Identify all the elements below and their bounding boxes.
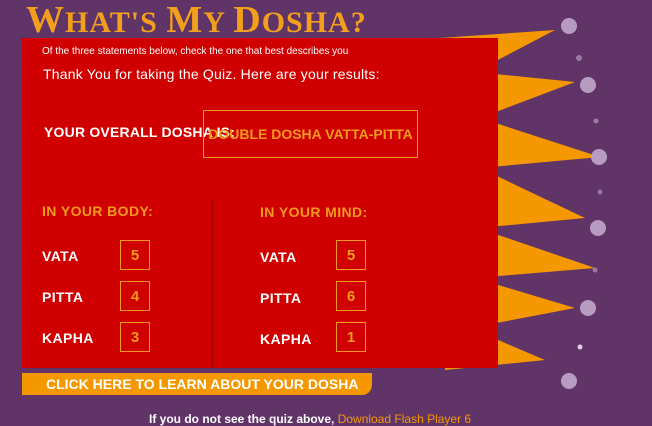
bubble: [580, 300, 596, 316]
mind-pitta-label: PITTA: [260, 290, 302, 306]
thanks-text: Thank You for taking the Quiz. Here are …: [43, 66, 380, 82]
bubble: [593, 118, 599, 124]
bubble: [591, 149, 607, 165]
column-divider: [212, 200, 213, 368]
body-kapha-label: KAPHA: [42, 330, 94, 346]
body-vata-score: 5: [120, 240, 150, 270]
mind-vata-label: VATA: [260, 249, 297, 265]
bubble: [561, 18, 577, 34]
instruction-text: Of the three statements below, check the…: [42, 46, 349, 57]
bubble: [590, 220, 606, 236]
bubble: [592, 267, 598, 273]
mind-kapha-label: KAPHA: [260, 331, 312, 347]
mind-heading: IN YOUR MIND:: [260, 204, 368, 220]
overall-dosha-value: DOUBLE DOSHA VATTA-PITTA: [203, 110, 418, 158]
bubble: [576, 55, 582, 61]
body-pitta-score: 4: [120, 281, 150, 311]
body-vata-label: VATA: [42, 248, 79, 264]
body-kapha-score: 3: [120, 322, 150, 352]
mind-vata-score: 5: [336, 240, 366, 270]
bubble: [561, 373, 577, 389]
learn-about-dosha-button[interactable]: CLICK HERE TO LEARN ABOUT YOUR DOSHA: [22, 373, 372, 395]
bubble: [577, 344, 583, 350]
bubble: [597, 189, 603, 195]
mind-pitta-score: 6: [336, 281, 366, 311]
mind-kapha-score: 1: [336, 322, 366, 352]
body-pitta-label: PITTA: [42, 289, 84, 305]
body-heading: IN YOUR BODY:: [42, 203, 154, 219]
bubble: [580, 77, 596, 93]
